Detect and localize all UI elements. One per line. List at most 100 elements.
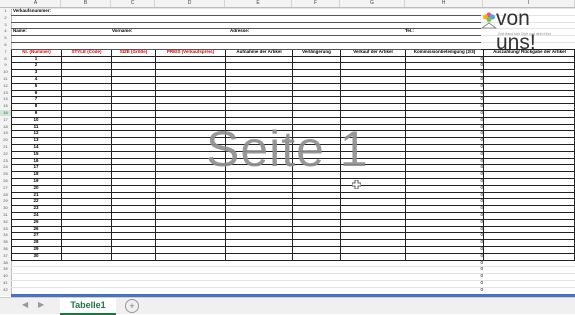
table-row-border [11,76,575,77]
tab-prev-icon[interactable]: ◀ [22,300,28,309]
column-header[interactable]: H [405,0,483,7]
table-row-border [11,96,575,98]
row-header[interactable]: 23 [0,158,11,164]
row-header[interactable]: 28 [0,192,11,198]
commission-value[interactable]: 0 [405,273,483,279]
table-col-border [405,48,406,260]
row-header[interactable]: 14 [0,96,11,102]
row-header[interactable]: 7 [0,49,11,55]
info-row-border [11,21,481,23]
column-header[interactable]: E [225,0,292,7]
hanger-flower-icon [481,12,497,29]
row-header[interactable]: 9 [0,62,11,68]
table-row-border [11,110,575,111]
row-header[interactable]: 32 [0,219,11,225]
table-row-border [11,191,575,193]
row-header[interactable]: 30 [0,205,11,211]
table-row-border [11,218,575,220]
row-header[interactable]: 5 [0,35,11,41]
table-row-border [11,198,575,200]
row-header[interactable]: 42 [0,287,11,293]
row-header[interactable]: 24 [0,164,11,170]
commission-value[interactable]: 0 [405,287,483,293]
row-header[interactable]: 38 [0,260,11,266]
table-col-border [155,48,156,260]
table-row-border [11,239,575,241]
row-header[interactable]: 18 [0,124,11,130]
vonuns-logo: von uns! 2nd Hand fuer Dich und dein Kin… [481,7,575,54]
row-header[interactable]: 29 [0,198,11,204]
info-row-border [11,42,481,43]
table-row-border [11,259,575,261]
row-header[interactable]: 34 [0,232,11,238]
row-header[interactable]: 26 [0,178,11,184]
row-header[interactable]: 41 [0,280,11,286]
row-header[interactable]: 39 [0,266,11,272]
row-header[interactable]: 37 [0,253,11,259]
tab-next-icon[interactable]: ▶ [38,300,44,309]
logo-brand: von uns! [496,7,536,54]
table-row-border [11,116,575,118]
row-header[interactable]: 17 [0,117,11,123]
row-header[interactable]: 16 [0,110,11,116]
table-row-border [11,232,575,234]
row-header[interactable]: 27 [0,185,11,191]
title-cell[interactable]: Verkaufsnummer: [13,8,51,14]
row-header[interactable]: 1 [0,8,11,14]
row-header[interactable]: 2 [0,15,11,21]
table-row-border [11,212,575,213]
row-header[interactable]: 12 [0,83,11,89]
row-header[interactable]: 13 [0,90,11,96]
column-header[interactable]: G [340,0,405,7]
column-header[interactable]: I [483,0,575,7]
column-header[interactable]: D [155,0,225,7]
table-row-border [11,55,575,57]
row-header[interactable]: 10 [0,69,11,75]
table-row-border [11,252,575,254]
row-header[interactable]: 40 [0,273,11,279]
row-header[interactable]: 36 [0,246,11,252]
row-header[interactable]: 31 [0,212,11,218]
gridline [11,280,575,281]
table-col-border [61,48,62,260]
tab-tabelle1[interactable]: Tabelle1 [60,298,116,315]
table-row-border [11,178,575,179]
table-col-border [483,48,484,260]
table-row-border [11,225,575,227]
table-col-border [11,48,12,260]
add-sheet-icon[interactable]: + [125,299,139,313]
info-row-border [11,28,481,30]
column-header[interactable]: A [11,0,61,7]
info-row-border [11,14,481,16]
table-row-border [11,82,575,84]
table-row-border [11,184,575,186]
commission-value[interactable]: 0 [405,266,483,272]
row-header[interactable]: 20 [0,137,11,143]
column-header[interactable]: C [111,0,155,7]
gridline [11,273,575,275]
logo-tagline: 2nd Hand fuer Dich und dein Kind [498,32,551,36]
row-header[interactable]: 15 [0,103,11,109]
row-header[interactable]: 21 [0,144,11,150]
table-row-border [11,62,575,64]
table-row-border [11,69,575,71]
row-header[interactable]: 6 [0,42,11,48]
row-header[interactable]: 3 [0,22,11,28]
info-row-border [11,48,481,50]
row-header[interactable]: 22 [0,151,11,157]
row-header[interactable]: 25 [0,171,11,177]
commission-value[interactable]: 0 [405,280,483,286]
row-header[interactable]: 11 [0,76,11,82]
row-header[interactable]: 19 [0,130,11,136]
table-row-border [11,246,575,247]
page-watermark: Seite 1 [206,121,369,177]
row-header[interactable]: 4 [0,28,11,34]
sheet-tab-bar: ◀ ▶ Tabelle1 + [0,297,575,315]
row-header[interactable]: 8 [0,56,11,62]
gridline [11,266,575,268]
row-header[interactable]: 33 [0,226,11,232]
row-header[interactable]: 35 [0,239,11,245]
column-header[interactable]: F [292,0,340,7]
spreadsheet-grid[interactable]: ABCDEFGHI 1 2 3 4 5 6 7 8 9 10 11 12 13 14 15 16 17 18 19 2… [0,0,575,296]
column-header[interactable]: B [61,0,111,7]
